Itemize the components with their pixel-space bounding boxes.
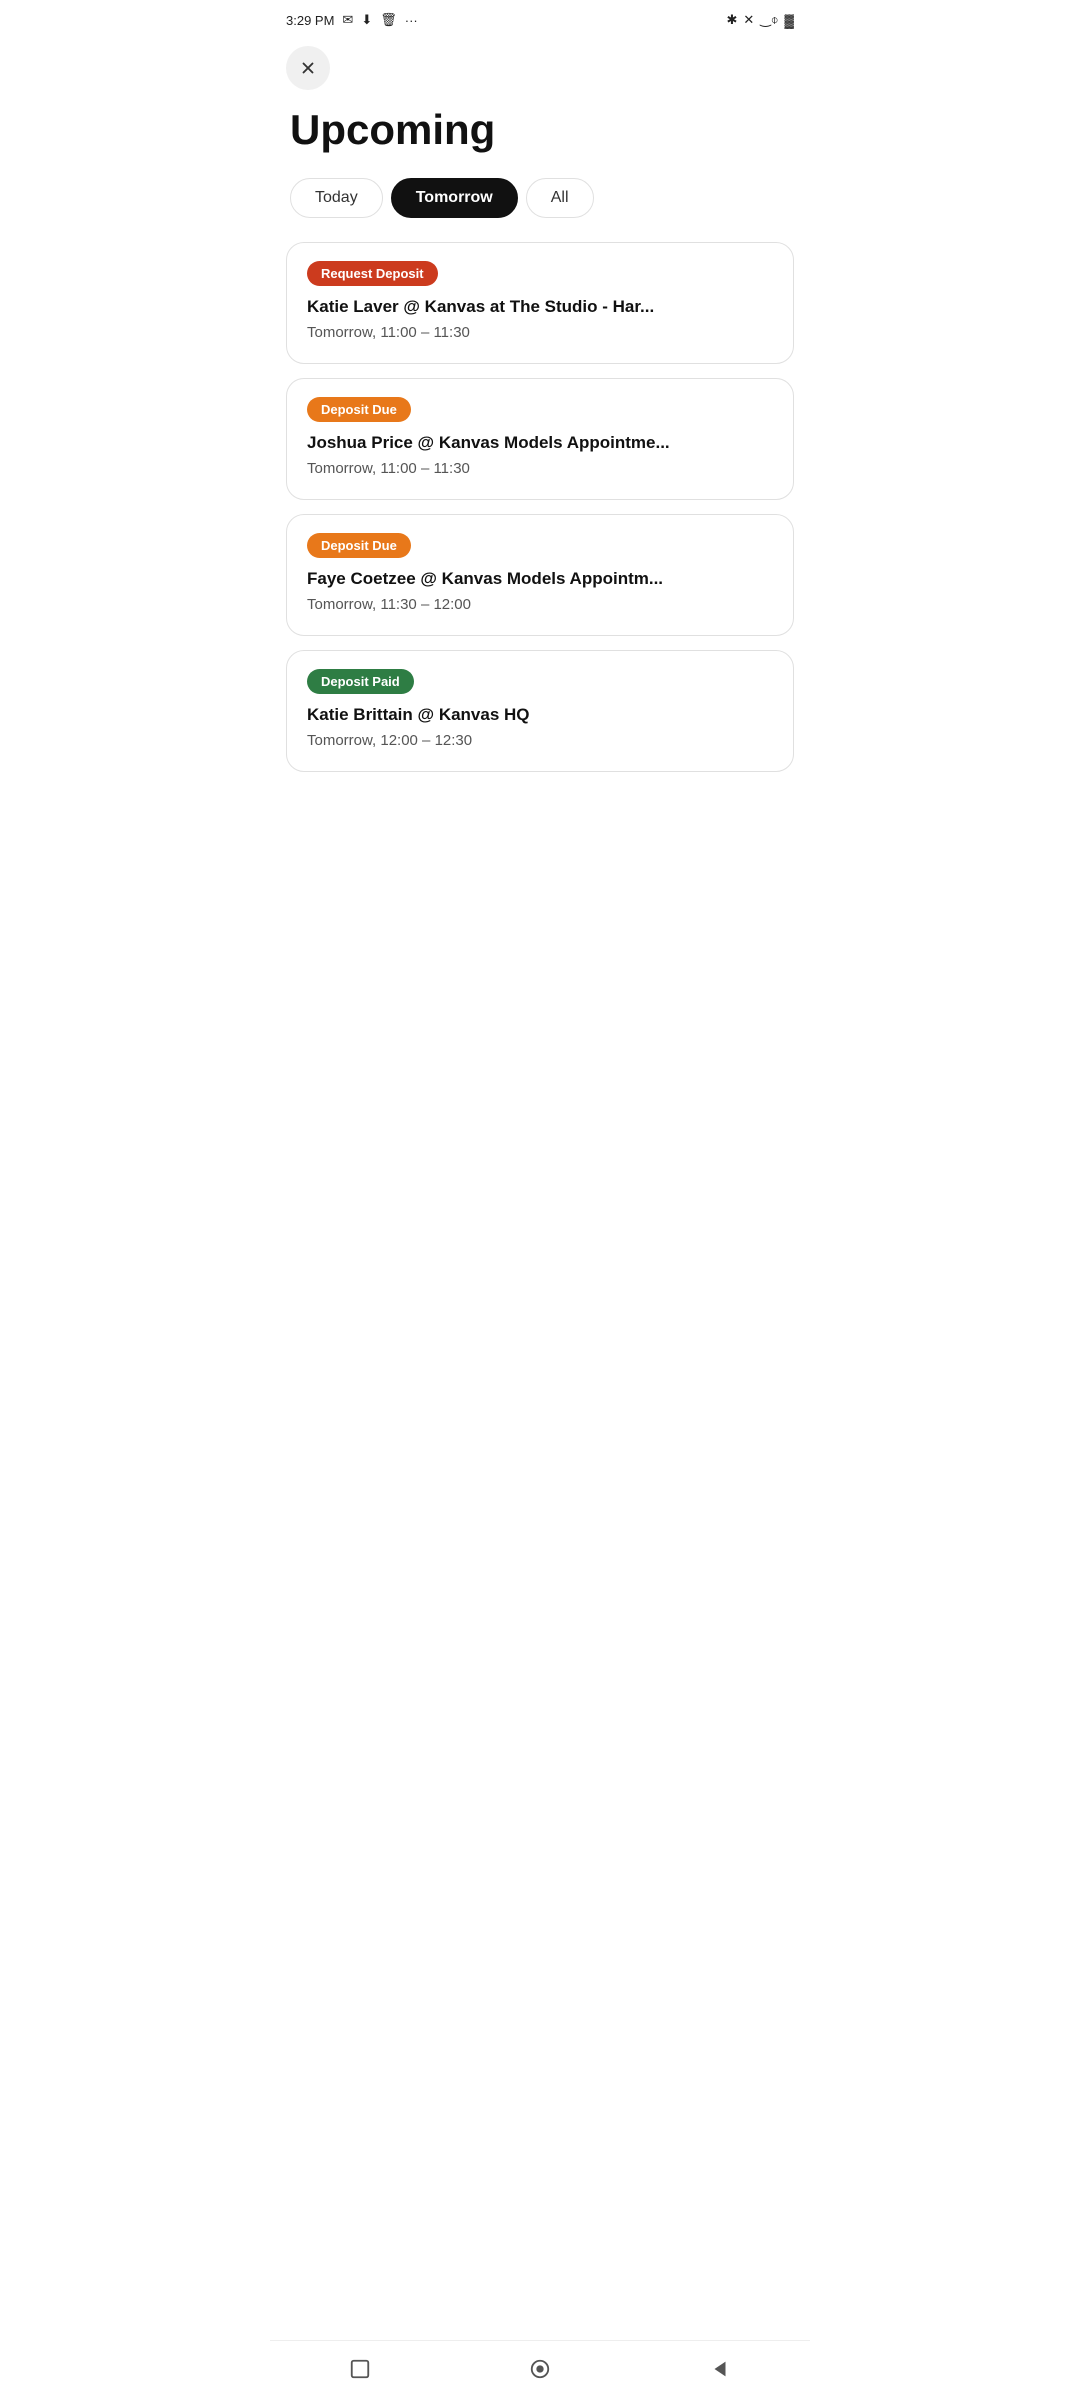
nav-circle-icon[interactable] xyxy=(522,2351,558,2387)
card-title-4: Katie Brittain @ Kanvas HQ xyxy=(307,704,773,726)
status-bar: 3:29 PM ✉ ⬇ 🗑 ··· ✱ ✕ ‿⌽ ▓ xyxy=(270,0,810,36)
nav-back-icon[interactable] xyxy=(702,2351,738,2387)
badge-3: Deposit Due xyxy=(307,533,411,558)
trash-icon: 🗑 xyxy=(380,12,397,28)
card-time-4: Tomorrow, 12:00 – 12:30 xyxy=(307,732,773,749)
card-title-3: Faye Coetzee @ Kanvas Models Appointm... xyxy=(307,568,773,590)
card-time-3: Tomorrow, 11:30 – 12:00 xyxy=(307,596,773,613)
card-time-2: Tomorrow, 11:00 – 11:30 xyxy=(307,460,773,477)
badge-2: Deposit Due xyxy=(307,397,411,422)
tab-today[interactable]: Today xyxy=(290,178,383,218)
tab-bar: Today Tomorrow All xyxy=(270,170,810,238)
nav-square-icon[interactable] xyxy=(342,2351,378,2387)
battery-icon: ▓ xyxy=(785,13,794,28)
status-left: 3:29 PM ✉ ⬇ 🗑 ··· xyxy=(286,12,418,28)
status-right: ✱ ✕ ‿⌽ ▓ xyxy=(726,12,794,28)
badge-4: Deposit Paid xyxy=(307,669,414,694)
appointment-card-2[interactable]: Deposit Due Joshua Price @ Kanvas Models… xyxy=(286,378,794,500)
cards-container: Request Deposit Katie Laver @ Kanvas at … xyxy=(270,238,810,776)
bluetooth-icon: ✱ xyxy=(726,12,737,28)
close-button[interactable] xyxy=(286,46,330,90)
mail-icon: ✉ xyxy=(342,12,353,28)
wifi-icon: ‿⌽ xyxy=(760,12,778,28)
more-icon: ··· xyxy=(405,13,418,28)
card-title-2: Joshua Price @ Kanvas Models Appointme..… xyxy=(307,432,773,454)
tab-all[interactable]: All xyxy=(526,178,594,218)
page-title: Upcoming xyxy=(270,98,810,170)
card-time-1: Tomorrow, 11:00 – 11:30 xyxy=(307,324,773,341)
appointment-card-4[interactable]: Deposit Paid Katie Brittain @ Kanvas HQ … xyxy=(286,650,794,772)
download-icon: ⬇ xyxy=(361,12,372,28)
appointment-card-3[interactable]: Deposit Due Faye Coetzee @ Kanvas Models… xyxy=(286,514,794,636)
appointment-card-1[interactable]: Request Deposit Katie Laver @ Kanvas at … xyxy=(286,242,794,364)
time-label: 3:29 PM xyxy=(286,13,334,28)
card-title-1: Katie Laver @ Kanvas at The Studio - Har… xyxy=(307,296,773,318)
bottom-nav xyxy=(270,2340,810,2400)
xmark-icon: ✕ xyxy=(743,12,754,28)
badge-1: Request Deposit xyxy=(307,261,438,286)
tab-tomorrow[interactable]: Tomorrow xyxy=(391,178,518,218)
